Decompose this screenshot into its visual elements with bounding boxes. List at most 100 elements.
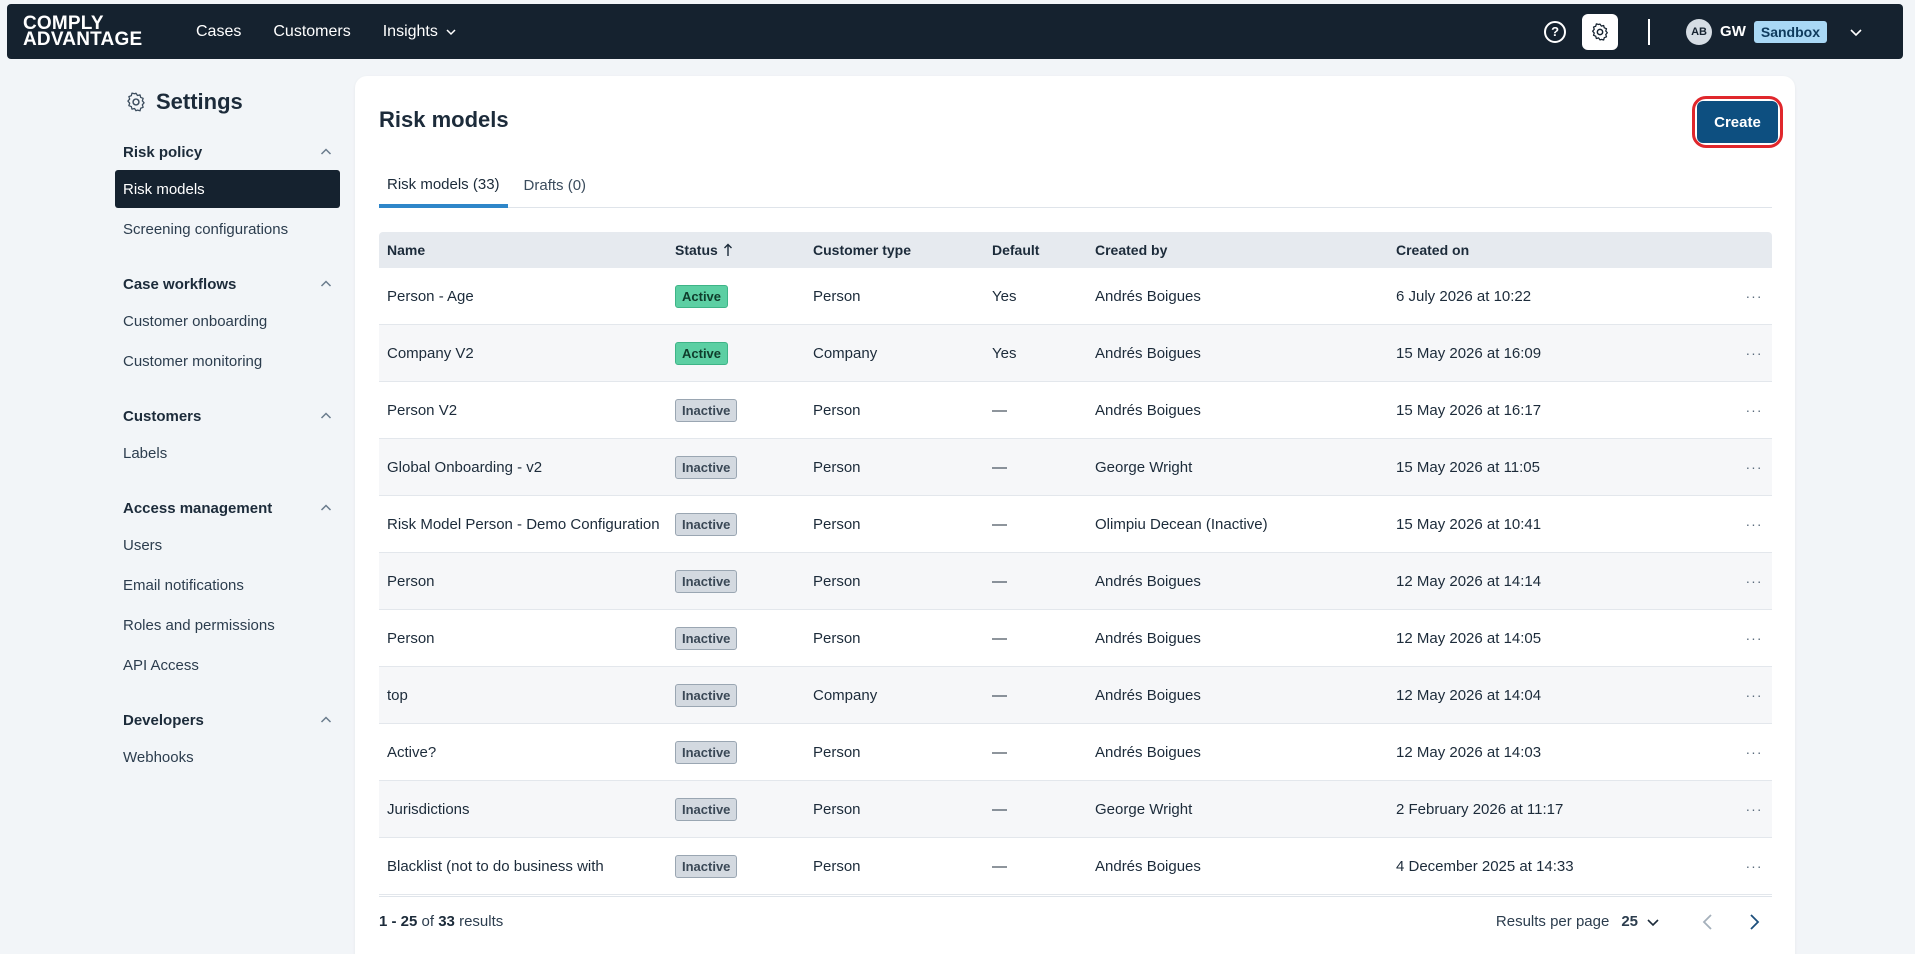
chevron-up-icon bbox=[320, 716, 332, 723]
avatar[interactable]: AB bbox=[1686, 18, 1713, 45]
section-toggle-case-workflows[interactable]: Case workflows bbox=[115, 272, 340, 296]
sidebar-item-labels[interactable]: Labels bbox=[115, 434, 340, 472]
section-toggle-access-management[interactable]: Access management bbox=[115, 496, 340, 520]
tab-drafts[interactable]: Drafts (0) bbox=[516, 164, 595, 206]
tabs: Risk models (33) Drafts (0) bbox=[379, 164, 1772, 208]
cell-created-by: Andrés Boigues bbox=[1095, 344, 1201, 362]
sidebar-item-roles-and-permissions[interactable]: Roles and permissions bbox=[115, 606, 340, 644]
nav-cases[interactable]: Cases bbox=[180, 23, 257, 41]
cell-default: Yes bbox=[992, 344, 1017, 362]
section-customers: Customers Labels bbox=[115, 404, 340, 472]
sidebar-item-customer-onboarding[interactable]: Customer onboarding bbox=[115, 302, 340, 340]
cell-customer-type: Person bbox=[813, 629, 861, 647]
risk-models-table: Name Status Customer type Default Create… bbox=[379, 232, 1772, 895]
status-badge: Inactive bbox=[675, 455, 738, 479]
nav-insights[interactable]: Insights bbox=[367, 23, 472, 41]
gear-icon bbox=[127, 92, 145, 112]
row-actions-icon[interactable]: ··· bbox=[1736, 288, 1772, 304]
cell-customer-type: Person bbox=[813, 458, 861, 476]
row-actions-icon[interactable]: ··· bbox=[1736, 801, 1772, 817]
rpp-value: 25 bbox=[1621, 913, 1638, 930]
tab-risk-models[interactable]: Risk models (33) bbox=[379, 164, 508, 208]
chevron-right-icon[interactable] bbox=[1746, 913, 1762, 931]
chevron-down-icon[interactable] bbox=[1849, 25, 1863, 39]
cell-customer-type: Person bbox=[813, 857, 861, 875]
chevron-left-icon[interactable] bbox=[1700, 913, 1716, 931]
header-created-by[interactable]: Created by bbox=[1095, 242, 1396, 258]
table-row[interactable]: Company V2 Active Company Yes Andrés Boigues… bbox=[379, 325, 1772, 382]
sidebar-item-webhooks[interactable]: Webhooks bbox=[115, 738, 340, 776]
cell-name: Active? bbox=[387, 743, 437, 761]
table-row[interactable]: top Inactive Company — Andrés Boigues 12 May … bbox=[379, 667, 1772, 724]
cell-name: Global Onboarding - v2 bbox=[387, 458, 543, 476]
section-developers: Developers Webhooks bbox=[115, 708, 340, 776]
sidebar-item-risk-models[interactable]: Risk models bbox=[115, 170, 340, 208]
rpp-select[interactable]: 25 bbox=[1621, 913, 1660, 930]
help-icon[interactable]: ? bbox=[1544, 20, 1567, 43]
header-customer-type[interactable]: Customer type bbox=[813, 242, 992, 258]
row-actions-icon[interactable]: ··· bbox=[1736, 573, 1772, 589]
row-actions-icon[interactable]: ··· bbox=[1736, 687, 1772, 703]
cell-created-by: Andrés Boigues bbox=[1095, 743, 1201, 761]
settings-title: Settings bbox=[125, 88, 340, 116]
section-label: Developers bbox=[123, 711, 204, 729]
results-summary: 1 - 25 of 33 results bbox=[379, 913, 503, 930]
row-actions-icon[interactable]: ··· bbox=[1736, 459, 1772, 475]
header-status[interactable]: Status bbox=[675, 242, 813, 258]
status-badge: Inactive bbox=[675, 683, 738, 707]
sidebar-item-email-notifications[interactable]: Email notifications bbox=[115, 566, 340, 604]
table-row[interactable]: Risk Model Person - Demo Configuration In… bbox=[379, 496, 1772, 553]
row-actions-icon[interactable]: ··· bbox=[1736, 744, 1772, 760]
user-initials[interactable]: GW bbox=[1720, 23, 1746, 40]
row-actions-icon[interactable]: ··· bbox=[1736, 858, 1772, 874]
status-badge: Inactive bbox=[675, 398, 738, 422]
table-row[interactable]: Person Inactive Person — Andrés Boigues 12 Ma… bbox=[379, 610, 1772, 667]
chevron-down-icon bbox=[1647, 918, 1659, 926]
table-row[interactable]: Blacklist (not to do business with Inacti… bbox=[379, 838, 1772, 895]
row-actions-icon[interactable]: ··· bbox=[1736, 630, 1772, 646]
table-row[interactable]: Person - Age Active Person Yes Andrés Boigue… bbox=[379, 268, 1772, 325]
row-actions-icon[interactable]: ··· bbox=[1736, 516, 1772, 532]
cell-status: Inactive bbox=[675, 683, 813, 707]
sidebar-item-screening-configurations[interactable]: Screening configurations bbox=[115, 210, 340, 248]
section-toggle-customers[interactable]: Customers bbox=[115, 404, 340, 428]
settings-button[interactable] bbox=[1582, 13, 1619, 50]
row-actions-icon[interactable]: ··· bbox=[1736, 345, 1772, 361]
section-toggle-developers[interactable]: Developers bbox=[115, 708, 340, 732]
cell-created-on: 12 May 2026 at 14:05 bbox=[1396, 629, 1542, 647]
nav-customers[interactable]: Customers bbox=[257, 23, 366, 41]
cell-status: Inactive bbox=[675, 626, 813, 650]
table-row[interactable]: Person V2 Inactive Person — Andrés Boigues 15… bbox=[379, 382, 1772, 439]
table-row[interactable]: Jurisdictions Inactive Person — George Wrigh… bbox=[379, 781, 1772, 838]
cell-default: — bbox=[992, 800, 1007, 818]
results-of: of bbox=[421, 913, 435, 930]
header-status-label: Status bbox=[675, 242, 718, 258]
table-row[interactable]: Person Inactive Person — Andrés Boigues 12 Ma… bbox=[379, 553, 1772, 610]
table-row[interactable]: Active? Inactive Person — Andrés Boigues 12 M… bbox=[379, 724, 1772, 781]
cell-default: — bbox=[992, 686, 1007, 704]
cell-created-on: 15 May 2026 at 10:41 bbox=[1396, 515, 1542, 533]
nav-insights-label: Insights bbox=[382, 22, 438, 40]
top-nav: COMPLY ADVANTAGE Cases Customers Insight… bbox=[7, 4, 1903, 59]
sidebar-item-customer-monitoring[interactable]: Customer monitoring bbox=[115, 342, 340, 380]
settings-title-text: Settings bbox=[156, 89, 243, 114]
cell-created-on: 2 February 2026 at 11:17 bbox=[1396, 800, 1564, 818]
cell-status: Inactive bbox=[675, 398, 813, 422]
cell-created-by: George Wright bbox=[1095, 458, 1193, 476]
section-toggle-risk-policy[interactable]: Risk policy bbox=[115, 140, 340, 164]
chevron-up-icon bbox=[320, 412, 332, 419]
header-name[interactable]: Name bbox=[379, 242, 675, 258]
header-default[interactable]: Default bbox=[992, 242, 1095, 258]
env-badge: Sandbox bbox=[1753, 20, 1827, 43]
cell-created-on: 6 July 2026 at 10:22 bbox=[1396, 287, 1532, 305]
header-created-on[interactable]: Created on bbox=[1396, 242, 1736, 258]
sidebar-item-api-access[interactable]: API Access bbox=[115, 646, 340, 684]
status-badge: Active bbox=[675, 284, 729, 308]
create-button[interactable]: Create bbox=[1697, 101, 1778, 143]
cell-created-on: 12 May 2026 at 14:14 bbox=[1396, 572, 1542, 590]
cell-created-by: Andrés Boigues bbox=[1095, 287, 1201, 305]
sidebar-item-users[interactable]: Users bbox=[115, 526, 340, 564]
row-actions-icon[interactable]: ··· bbox=[1736, 402, 1772, 418]
comply-advantage-logo[interactable]: COMPLY ADVANTAGE bbox=[23, 14, 148, 49]
table-row[interactable]: Global Onboarding - v2 Inactive Person — Geo… bbox=[379, 439, 1772, 496]
